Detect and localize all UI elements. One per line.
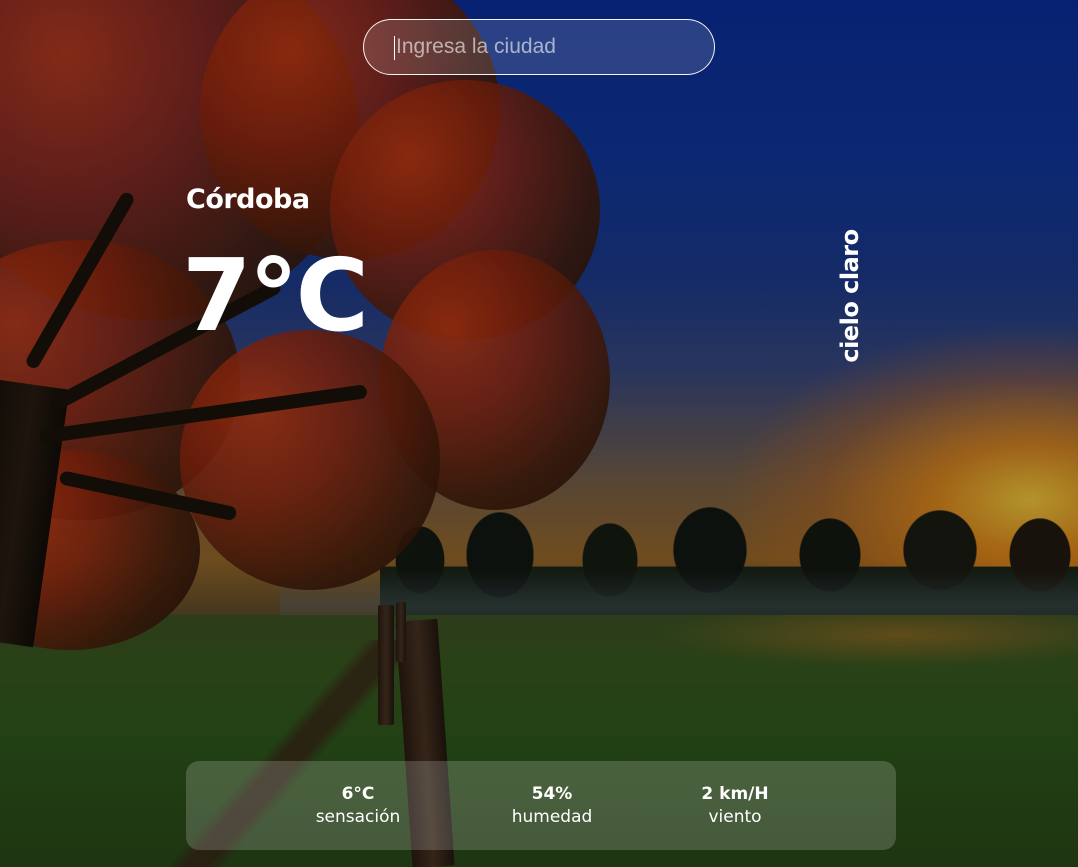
feels-like-value: 6°C — [341, 784, 375, 804]
dim-overlay — [0, 0, 1078, 867]
wind-value: 2 km/H — [701, 784, 769, 804]
feels-like-label: sensación — [315, 807, 401, 827]
weather-details-panel: 6°C sensación 54% humedad 2 km/H viento — [186, 761, 896, 850]
feels-like: 6°C sensación — [316, 783, 401, 829]
humidity-value: 54% — [531, 784, 573, 804]
text-cursor — [394, 36, 395, 60]
humidity: 54% humedad — [512, 783, 593, 829]
city-name: Córdoba — [186, 184, 310, 215]
weather-description: cielo claro — [836, 229, 864, 363]
wind-label: viento — [708, 807, 762, 827]
background-scene — [0, 0, 1078, 867]
wind: 2 km/H viento — [701, 783, 768, 829]
city-search-input[interactable] — [396, 35, 696, 59]
current-temperature: 7°C — [182, 237, 369, 354]
humidity-label: humedad — [511, 807, 593, 827]
search-box[interactable] — [363, 19, 715, 75]
